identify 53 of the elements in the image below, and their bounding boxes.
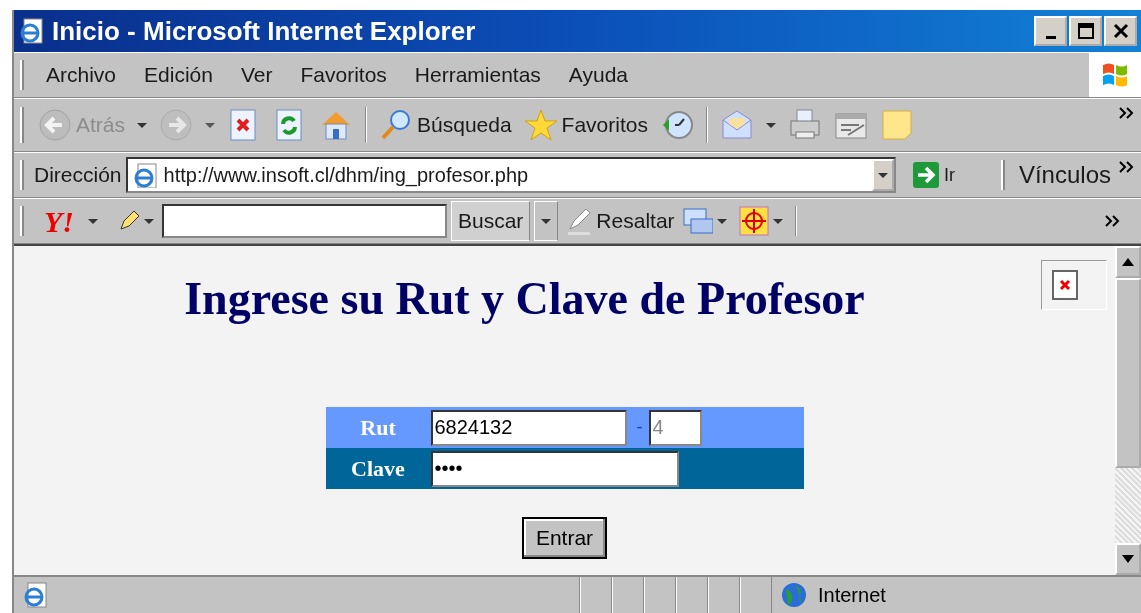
address-field[interactable]: http://www.insoft.cl/dhm/ing_profesor.php	[125, 157, 896, 193]
target-icon[interactable]	[738, 206, 769, 236]
minimize-button[interactable]	[1034, 16, 1067, 46]
menu-item[interactable]: Edición	[132, 59, 225, 91]
up-arrow-icon[interactable]	[1122, 258, 1134, 266]
page-heading: Ingrese su Rut y Clave de Profesor	[184, 272, 865, 326]
zone-text: Internet	[818, 583, 886, 608]
url-text: http://www.insoft.cl/dhm/ing_profesor.php	[163, 163, 529, 189]
close-button[interactable]	[1104, 16, 1137, 46]
envelope-icon	[719, 108, 754, 142]
chevron-icon[interactable]	[1119, 107, 1135, 119]
submit-button[interactable]: Entrar	[521, 517, 608, 559]
page-icon	[22, 581, 50, 609]
go-button[interactable]: Ir	[907, 161, 959, 189]
address-label: Dirección	[34, 162, 122, 189]
chevron-icon[interactable]	[1119, 161, 1135, 173]
field-label: Rut	[359, 414, 397, 442]
pencil-icon[interactable]	[118, 209, 140, 233]
menu-item[interactable]: Favoritos	[288, 59, 399, 91]
toolbar-button[interactable]: Favoritos	[519, 108, 652, 142]
close-icon	[1111, 22, 1130, 40]
scrollbar[interactable]	[1115, 246, 1141, 575]
chevron-icon[interactable]	[1105, 215, 1121, 227]
rut-field[interactable]: 6824132	[430, 409, 627, 446]
password-field[interactable]: ••••	[430, 450, 679, 487]
check-digit-field[interactable]: 4	[648, 409, 702, 446]
star-icon	[523, 108, 558, 142]
globe-icon	[780, 581, 808, 609]
search-button[interactable]: Buscar	[451, 201, 531, 241]
search-icon	[379, 108, 413, 142]
printer-icon	[787, 108, 822, 142]
highlighter-icon	[566, 207, 593, 235]
down-arrow-icon[interactable]	[1122, 555, 1134, 563]
toolbar-button[interactable]: Búsqueda	[375, 108, 516, 142]
window-icon[interactable]	[682, 207, 713, 235]
maximize-icon	[1076, 22, 1095, 40]
menu-item[interactable]: Herramientas	[402, 59, 553, 91]
menu-item[interactable]: Archivo	[34, 59, 129, 91]
note-icon	[879, 108, 914, 142]
menu-item[interactable]: Ayuda	[556, 59, 641, 91]
page-icon	[18, 17, 46, 45]
dropdown-button[interactable]	[871, 159, 894, 191]
links-button[interactable]: Vínculos	[1014, 157, 1115, 193]
caret-icon[interactable]	[765, 122, 776, 128]
field-label: Clave	[350, 455, 406, 483]
menu-item[interactable]: Ver	[228, 59, 285, 91]
separator-text: -	[636, 416, 643, 439]
highlight-button[interactable]: Resaltar	[562, 205, 679, 237]
window-title: Inicio - Microsoft Internet Explorer	[52, 14, 476, 48]
search-field[interactable]	[162, 204, 447, 238]
maximize-button[interactable]	[1069, 16, 1102, 46]
broken-image-icon	[1052, 270, 1078, 300]
minimize-icon	[1045, 35, 1056, 39]
